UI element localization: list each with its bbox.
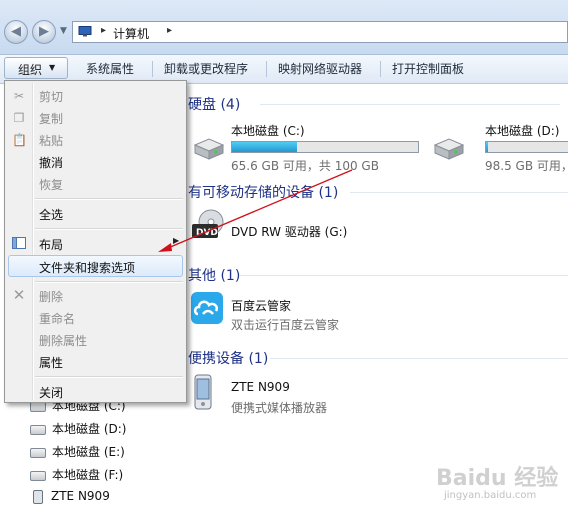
baidu-cloud-icon — [191, 292, 223, 324]
nav-item-label: 本地磁盘 (F:) — [52, 468, 124, 482]
back-arrow-icon: ◀ — [11, 24, 21, 39]
organize-label: 组织 — [18, 63, 43, 77]
menu-separator — [35, 281, 183, 283]
group-heading-portable[interactable]: 便携设备 (1) — [188, 348, 268, 368]
group-heading-removable[interactable]: 有可移动存储的设备 (1) — [188, 182, 338, 202]
menu-icon-gutter — [32, 83, 34, 400]
dvd-drive-icon: DVD — [192, 209, 224, 238]
menu-item-paste[interactable]: 粘贴 — [39, 132, 63, 149]
menu-item-undo[interactable]: 撤消 — [39, 154, 63, 171]
uninstall-program-button[interactable]: 卸载或更改程序 — [164, 60, 248, 77]
group-divider — [260, 104, 560, 105]
breadcrumb-computer[interactable]: 计算机 — [113, 25, 149, 42]
menu-item-redo[interactable]: 恢复 — [39, 176, 63, 193]
breadcrumb-separator[interactable]: ▸ — [101, 25, 106, 36]
organize-button[interactable]: 组织 ▼ — [4, 57, 68, 79]
group-heading-hard-disks[interactable]: 硬盘 (4) — [188, 94, 240, 114]
drive-icon — [30, 447, 46, 458]
drive-d-name[interactable]: 本地磁盘 (D:) — [485, 122, 559, 139]
map-network-drive-button[interactable]: 映射网络驱动器 — [278, 60, 362, 77]
menu-separator — [35, 228, 183, 230]
phone-icon — [33, 489, 43, 504]
nav-item-label: 本地磁盘 (D:) — [52, 422, 127, 436]
open-control-panel-button[interactable]: 打开控制面板 — [392, 60, 464, 77]
computer-icon — [78, 26, 92, 37]
paste-icon: 📋 — [12, 133, 27, 147]
drive-c-name[interactable]: 本地磁盘 (C:) — [231, 122, 305, 139]
chevron-down-icon: ▼ — [49, 63, 56, 72]
menu-item-layout[interactable]: 布局 — [39, 236, 63, 253]
menu-item-delete[interactable]: 删除 — [39, 288, 63, 305]
drive-c-usage-fill — [232, 142, 298, 152]
forward-arrow-icon: ▶ — [39, 24, 49, 39]
menu-item-copy[interactable]: 复制 — [39, 110, 63, 127]
forward-button[interactable]: ▶ — [32, 20, 56, 44]
menu-separator — [35, 376, 183, 378]
drive-d-usage-fill — [486, 142, 489, 152]
toolbar-divider — [266, 61, 267, 77]
toolbar-divider — [152, 61, 153, 77]
delete-x-icon: ✕ — [12, 286, 26, 304]
submenu-arrow-icon: ▶ — [173, 236, 180, 245]
nav-item-drive-e[interactable]: 本地磁盘 (E:) — [30, 443, 125, 460]
nav-item-label: 本地磁盘 (E:) — [52, 445, 125, 459]
baidu-cloud-name[interactable]: 百度云管家 — [231, 297, 291, 314]
menu-item-folder-search-options[interactable]: 文件夹和搜索选项 — [39, 259, 135, 276]
drive-d-info: 98.5 GB 可用， — [485, 159, 568, 173]
menu-item-remove-properties[interactable]: 删除属性 — [39, 332, 87, 349]
dvd-drive-name[interactable]: DVD RW 驱动器 (G:) — [231, 223, 347, 240]
drive-icon — [30, 424, 46, 435]
scissors-icon: ✂ — [13, 89, 25, 103]
organize-menu: ✂ 剪切 ❐ 复制 📋 粘贴 撤消 恢复 全选 布局 ▶ 文件夹和搜索选项 ✕ … — [4, 80, 187, 403]
dvd-icon-label: DVD — [196, 228, 218, 238]
group-divider — [350, 192, 568, 193]
history-dropdown-icon[interactable]: ▼ — [60, 26, 67, 36]
address-bar[interactable]: ▸ 计算机 ▸ — [72, 21, 568, 43]
menu-item-cut[interactable]: 剪切 — [39, 88, 63, 105]
hard-drive-c-icon — [193, 138, 225, 160]
address-bar-region: ◀ ▶ ▼ ▸ 计算机 ▸ — [0, 0, 568, 55]
drive-icon — [30, 470, 46, 481]
menu-item-close[interactable]: 关闭 — [39, 384, 63, 401]
drive-c-usage-bar — [231, 141, 419, 153]
layout-icon — [12, 237, 26, 249]
nav-item-drive-f[interactable]: 本地磁盘 (F:) — [30, 466, 123, 483]
group-divider — [240, 275, 568, 276]
breadcrumb-separator-2[interactable]: ▸ — [167, 25, 172, 36]
drive-icon — [30, 401, 46, 412]
menu-separator — [35, 198, 183, 200]
portable-device-desc: 便携式媒体播放器 — [231, 401, 328, 415]
portable-device-name[interactable]: ZTE N909 — [231, 380, 290, 394]
toolbar-divider — [380, 61, 381, 77]
drive-d-usage-bar — [485, 141, 568, 153]
system-properties-button[interactable]: 系统属性 — [86, 60, 134, 77]
watermark-url: jingyan.baidu.com — [444, 490, 537, 501]
back-button[interactable]: ◀ — [4, 20, 28, 44]
hard-drive-d-icon — [433, 138, 465, 160]
group-divider — [270, 358, 568, 359]
baidu-cloud-desc: 双击运行百度云管家 — [231, 318, 340, 332]
group-heading-other[interactable]: 其他 (1) — [188, 265, 240, 285]
phone-device-icon — [194, 374, 212, 410]
nav-item-zte-n909[interactable]: ZTE N909 — [30, 489, 110, 504]
drive-c-info: 65.6 GB 可用，共 100 GB — [231, 159, 379, 173]
menu-item-rename[interactable]: 重命名 — [39, 310, 75, 327]
watermark-logo: Baidu 经验 — [436, 466, 559, 491]
menu-item-properties[interactable]: 属性 — [39, 354, 63, 371]
nav-item-drive-d[interactable]: 本地磁盘 (D:) — [30, 420, 126, 437]
nav-item-label: ZTE N909 — [51, 489, 110, 503]
menu-item-select-all[interactable]: 全选 — [39, 206, 63, 223]
copy-icon: ❐ — [13, 111, 25, 125]
